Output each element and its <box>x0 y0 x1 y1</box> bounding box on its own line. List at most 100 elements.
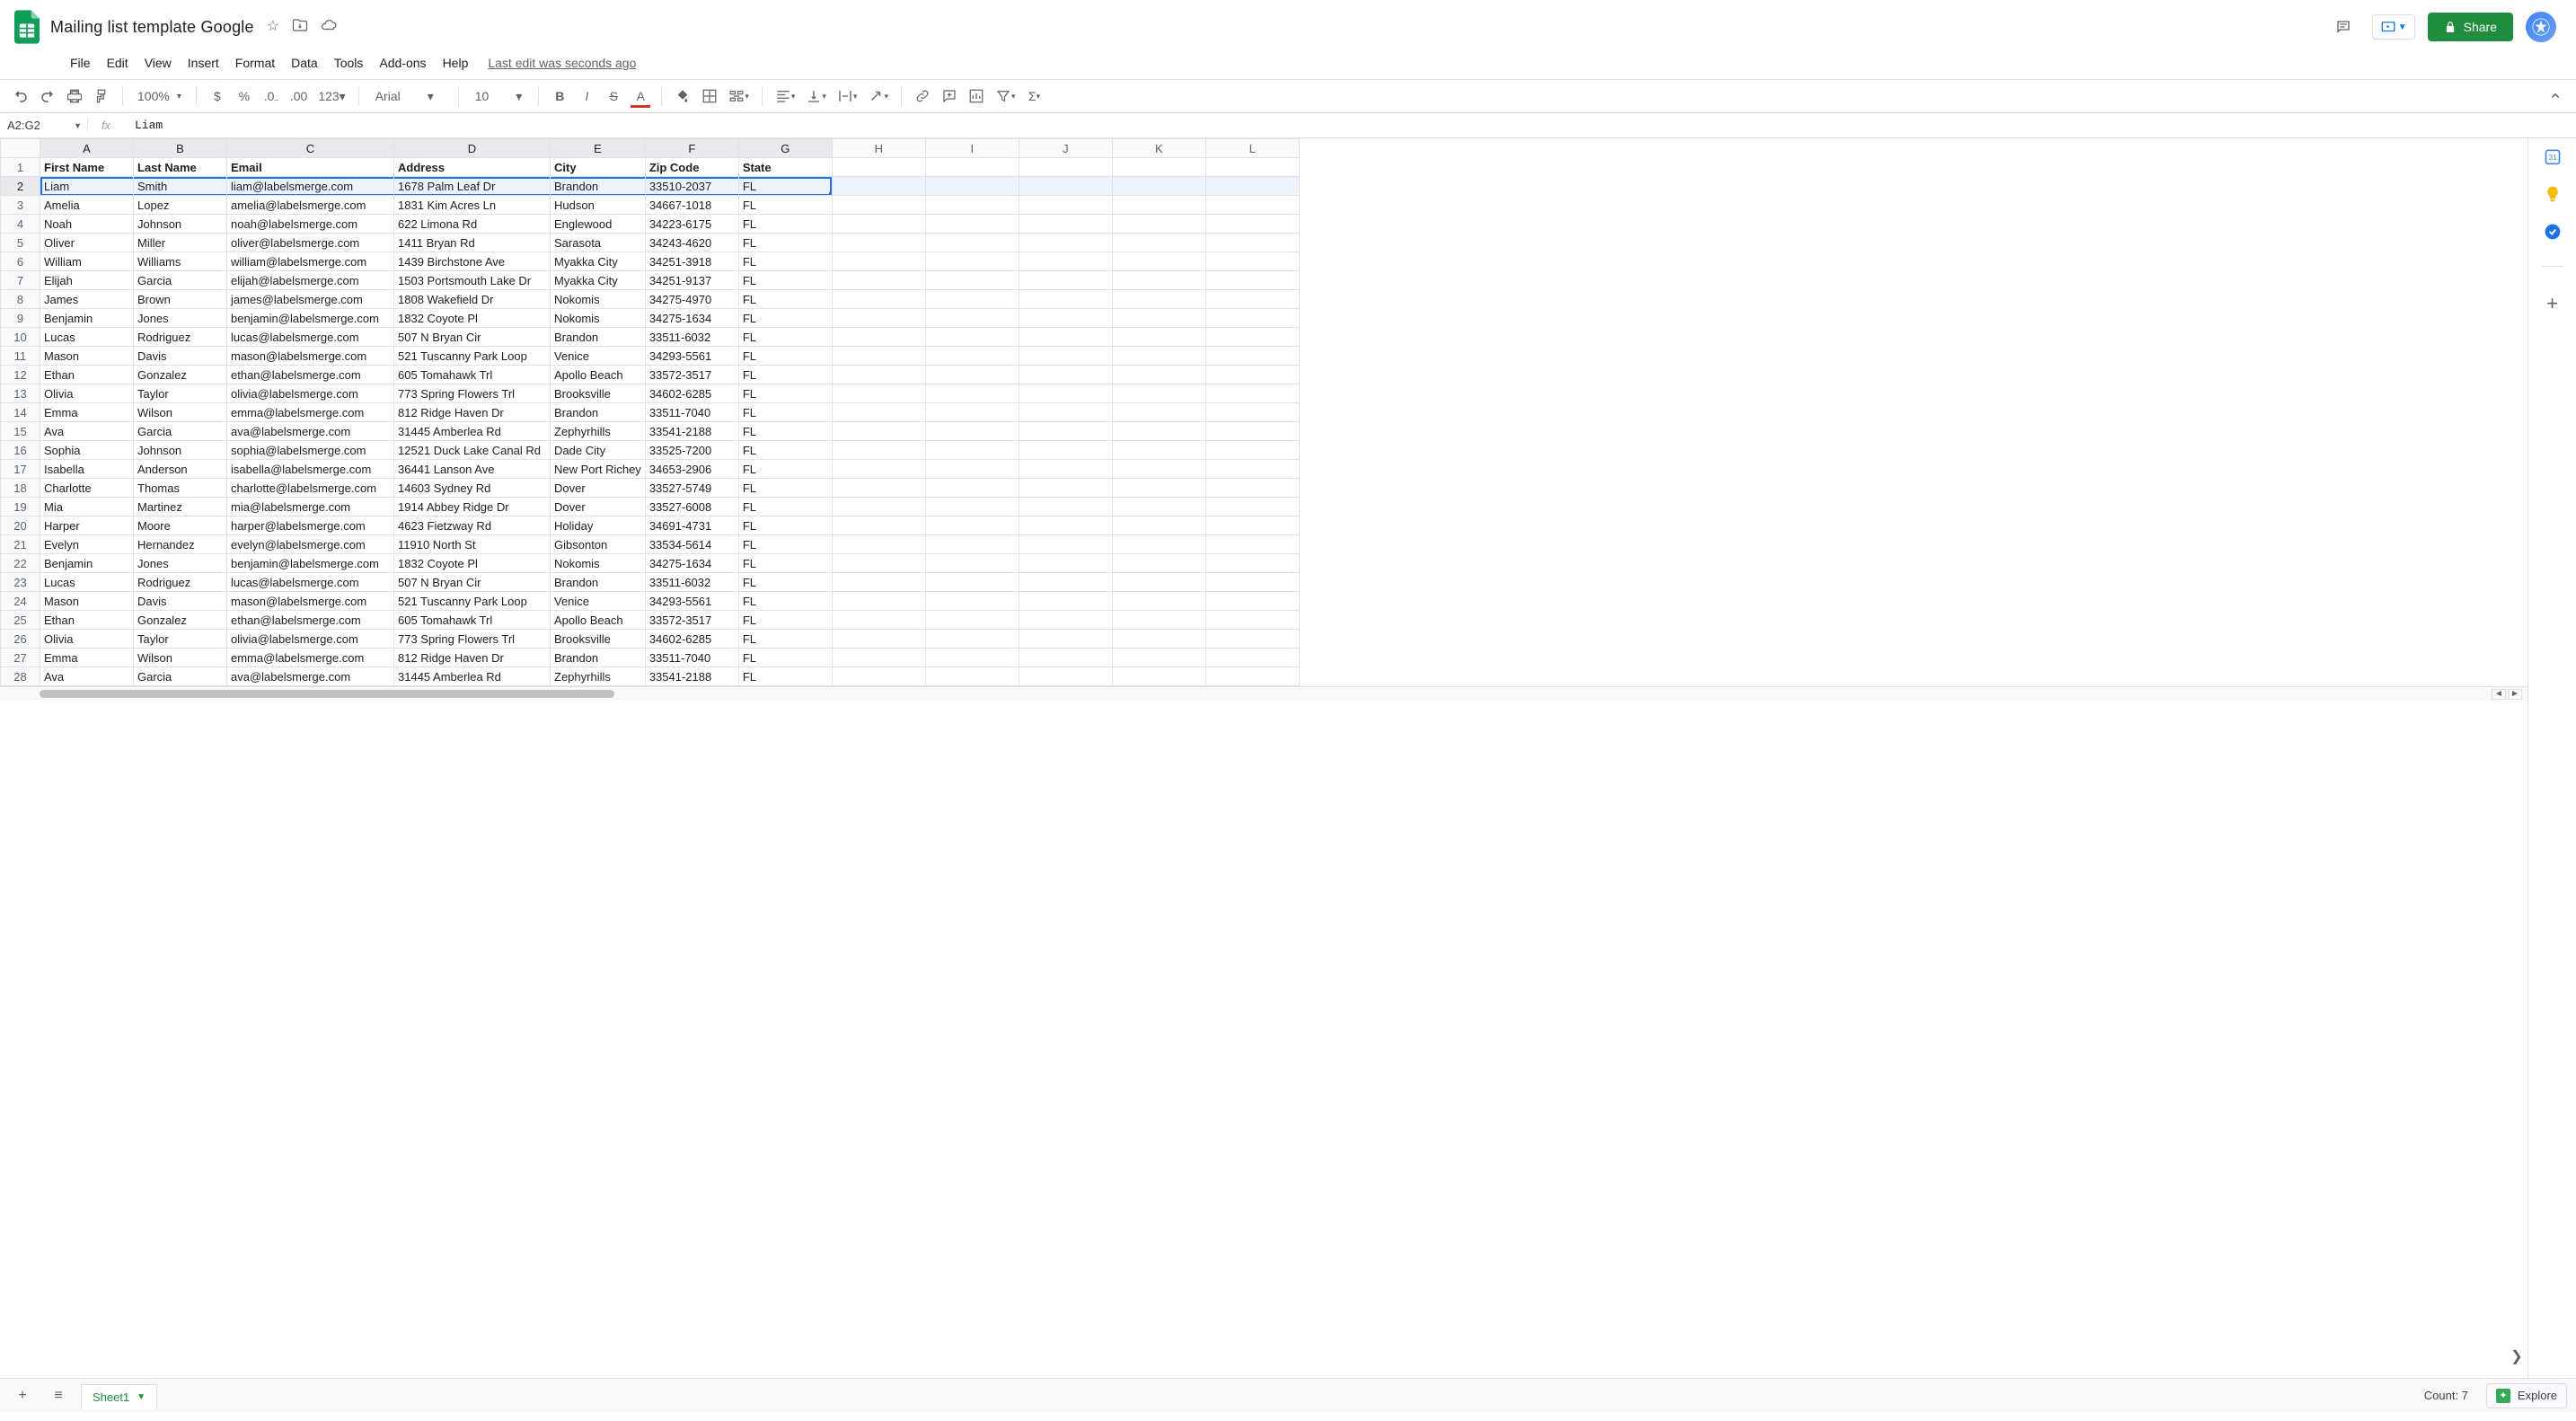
cell[interactable] <box>925 422 1019 441</box>
redo-button[interactable] <box>36 84 59 109</box>
zoom-select[interactable]: 100%▾ <box>132 89 187 103</box>
row-header-12[interactable]: 12 <box>1 366 40 384</box>
cell[interactable] <box>832 460 925 479</box>
cell[interactable]: Charlotte <box>40 479 134 498</box>
cell[interactable] <box>1019 177 1112 196</box>
cell[interactable] <box>1019 422 1112 441</box>
cell[interactable]: Zephyrhills <box>551 667 646 686</box>
cell[interactable] <box>925 234 1019 252</box>
col-header-C[interactable]: C <box>227 139 394 158</box>
cell[interactable]: isabella@labelsmerge.com <box>227 460 394 479</box>
cell[interactable]: Garcia <box>134 422 227 441</box>
cell[interactable]: 33527-6008 <box>645 498 738 516</box>
cell[interactable]: 33511-6032 <box>645 573 738 592</box>
collapse-toolbar-button[interactable] <box>2544 84 2567 109</box>
cell[interactable]: FL <box>738 366 832 384</box>
menu-tools[interactable]: Tools <box>327 52 371 74</box>
cell[interactable] <box>925 196 1019 215</box>
cell[interactable] <box>1019 252 1112 271</box>
row-header-6[interactable]: 6 <box>1 252 40 271</box>
menu-file[interactable]: File <box>63 52 98 74</box>
cell[interactable] <box>1112 667 1205 686</box>
row-header-17[interactable]: 17 <box>1 460 40 479</box>
cell[interactable]: 605 Tomahawk Trl <box>394 611 551 630</box>
cell[interactable] <box>1205 554 1299 573</box>
cell[interactable]: Mason <box>40 347 134 366</box>
cell[interactable]: Taylor <box>134 384 227 403</box>
cell[interactable] <box>832 649 925 667</box>
cell[interactable] <box>925 611 1019 630</box>
cell[interactable]: liam@labelsmerge.com <box>227 177 394 196</box>
cell[interactable] <box>925 403 1019 422</box>
cell[interactable]: 507 N Bryan Cir <box>394 573 551 592</box>
cell[interactable] <box>832 592 925 611</box>
cell[interactable] <box>1019 667 1112 686</box>
cell[interactable]: Johnson <box>134 441 227 460</box>
text-color-button[interactable]: A <box>629 84 652 109</box>
cell[interactable] <box>832 498 925 516</box>
cell[interactable]: Gonzalez <box>134 366 227 384</box>
row-header-5[interactable]: 5 <box>1 234 40 252</box>
col-header-D[interactable]: D <box>394 139 551 158</box>
row-header-1[interactable]: 1 <box>1 158 40 177</box>
cell[interactable]: Brooksville <box>551 384 646 403</box>
selection-count[interactable]: Count: 7 <box>2424 1389 2468 1402</box>
cell[interactable]: 33541-2188 <box>645 422 738 441</box>
cell[interactable]: Venice <box>551 592 646 611</box>
cell[interactable]: City <box>551 158 646 177</box>
bold-button[interactable]: B <box>548 84 571 109</box>
strike-button[interactable]: S <box>602 84 625 109</box>
cell[interactable]: Brooksville <box>551 630 646 649</box>
cell[interactable]: Benjamin <box>40 554 134 573</box>
font-size-select[interactable]: 10▾ <box>468 89 530 104</box>
cell[interactable] <box>1019 592 1112 611</box>
cell[interactable]: 1411 Bryan Rd <box>394 234 551 252</box>
cell[interactable]: 33541-2188 <box>645 667 738 686</box>
cell[interactable]: Rodriguez <box>134 328 227 347</box>
cell[interactable]: Emma <box>40 403 134 422</box>
cell[interactable] <box>925 384 1019 403</box>
cell[interactable]: Brandon <box>551 403 646 422</box>
cell[interactable]: william@labelsmerge.com <box>227 252 394 271</box>
cell[interactable]: Lucas <box>40 573 134 592</box>
cell[interactable]: 33511-7040 <box>645 649 738 667</box>
cell[interactable]: State <box>738 158 832 177</box>
cell[interactable]: noah@labelsmerge.com <box>227 215 394 234</box>
cell[interactable] <box>1019 196 1112 215</box>
cell[interactable] <box>1019 309 1112 328</box>
cell[interactable]: Lopez <box>134 196 227 215</box>
cell[interactable]: Ethan <box>40 366 134 384</box>
cell[interactable] <box>1112 422 1205 441</box>
cell[interactable]: benjamin@labelsmerge.com <box>227 554 394 573</box>
cell[interactable]: lucas@labelsmerge.com <box>227 573 394 592</box>
cell[interactable] <box>1205 535 1299 554</box>
cell[interactable] <box>832 215 925 234</box>
cell[interactable] <box>925 252 1019 271</box>
cell[interactable]: FL <box>738 649 832 667</box>
cell[interactable]: Liam <box>40 177 134 196</box>
cell[interactable]: Gonzalez <box>134 611 227 630</box>
cell[interactable]: evelyn@labelsmerge.com <box>227 535 394 554</box>
cell[interactable]: 34275-1634 <box>645 309 738 328</box>
row-header-15[interactable]: 15 <box>1 422 40 441</box>
cell[interactable]: William <box>40 252 134 271</box>
cell[interactable] <box>1112 196 1205 215</box>
cell[interactable]: 33511-7040 <box>645 403 738 422</box>
cell[interactable] <box>1112 649 1205 667</box>
cell[interactable] <box>1019 516 1112 535</box>
cell[interactable] <box>925 630 1019 649</box>
cell[interactable]: Email <box>227 158 394 177</box>
cell[interactable]: 33525-7200 <box>645 441 738 460</box>
cell[interactable] <box>925 516 1019 535</box>
cell[interactable]: 507 N Bryan Cir <box>394 328 551 347</box>
cell[interactable] <box>1019 649 1112 667</box>
row-header-19[interactable]: 19 <box>1 498 40 516</box>
cell[interactable] <box>832 535 925 554</box>
cell[interactable] <box>1019 403 1112 422</box>
row-header-26[interactable]: 26 <box>1 630 40 649</box>
cell[interactable]: FL <box>738 592 832 611</box>
cell[interactable]: 605 Tomahawk Trl <box>394 366 551 384</box>
cell[interactable] <box>1019 630 1112 649</box>
cell[interactable]: 773 Spring Flowers Trl <box>394 630 551 649</box>
col-header-B[interactable]: B <box>134 139 227 158</box>
